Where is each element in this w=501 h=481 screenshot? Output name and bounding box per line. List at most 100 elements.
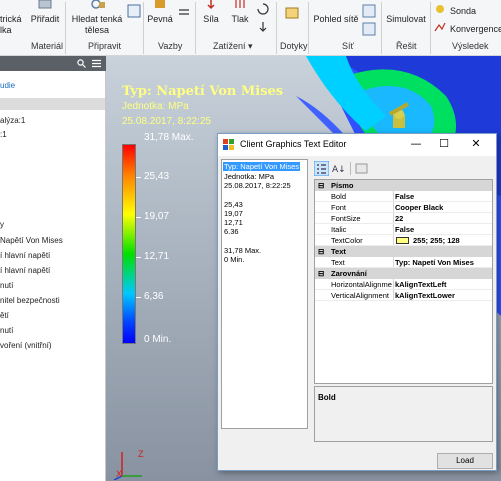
pressure-button[interactable]: Tlak	[226, 0, 254, 40]
dialog-title: Client Graphics Text Editor	[240, 139, 347, 149]
categorized-icon[interactable]	[314, 161, 329, 176]
browser-item[interactable]: í hlavní napětí	[0, 266, 50, 275]
browser-item[interactable]: nutí	[0, 326, 13, 335]
legend-max-label: 31,78 Max.	[144, 132, 194, 143]
contacts-icon[interactable]	[284, 6, 300, 20]
text-line[interactable]: Jednotka: MPa	[224, 172, 274, 181]
prop-row-textcolor[interactable]: TextColor 255; 255; 128	[315, 235, 492, 246]
group-prepare: Připravit	[88, 41, 122, 51]
text-line[interactable]: 12,71	[224, 218, 243, 227]
browser-item[interactable]: nitel bezpečnosti	[0, 296, 60, 305]
prop-row-fontsize[interactable]: FontSize 22	[315, 213, 492, 224]
menu-icon[interactable]	[92, 59, 101, 68]
ribbon-separator	[195, 2, 196, 54]
maximize-button[interactable]: ☐	[437, 137, 451, 151]
fixed-constraint-button[interactable]: Pevná	[146, 0, 174, 40]
convergence-button[interactable]: Konvergence	[450, 24, 501, 35]
graphics-text-list[interactable]: Typ: Napetí Von Mises Jednotka: MPa 25.0…	[221, 159, 308, 429]
browser-item[interactable]: nutí	[0, 281, 13, 290]
text-line[interactable]: 6.36	[224, 227, 239, 236]
mesh-settings-icon[interactable]	[362, 4, 378, 18]
prop-row-font[interactable]: Font Cooper Black	[315, 202, 492, 213]
legend-label: 19,07	[144, 211, 170, 222]
color-legend-bar	[122, 144, 136, 344]
text-line[interactable]: 0 Min.	[224, 255, 244, 264]
moment-icon[interactable]	[256, 2, 272, 16]
text-line[interactable]: 25,43	[224, 200, 243, 209]
group-result: Výsledek	[452, 41, 489, 51]
prop-row-halign[interactable]: HorizontalAlignme kAlignTextLeft	[315, 279, 492, 290]
prop-value[interactable]: 22	[395, 214, 403, 223]
browser-item[interactable]: Napětí Von Mises	[0, 236, 63, 245]
collapse-icon[interactable]: ⊟	[318, 181, 324, 190]
browser-item[interactable]: í hlavní napětí	[0, 251, 50, 260]
text-line[interactable]: 31,78 Max.	[224, 246, 261, 255]
text-line-selected[interactable]: Typ: Napetí Von Mises	[223, 162, 301, 171]
result-type-title: Typ: Napetí Von Mises	[122, 84, 284, 99]
browser-item[interactable]: :1	[0, 130, 7, 139]
property-grid[interactable]: ⊟ Písmo Bold False Font Cooper Black Fon…	[314, 179, 493, 384]
mesh-view-button[interactable]: Pohled sítě	[312, 14, 360, 25]
property-description-pane: Bold	[314, 386, 493, 442]
prop-value[interactable]: False	[395, 192, 414, 201]
prop-row-text[interactable]: Text Typ: Napetí Von Mises	[315, 257, 492, 268]
find-thin-bodies-button[interactable]: Hledat tenká tělesa	[68, 0, 126, 40]
local-mesh-icon[interactable]	[362, 22, 378, 36]
text-editor-dialog: Client Graphics Text Editor — ☐ ✕ Typ: N…	[217, 133, 497, 471]
simulate-button[interactable]: Simulovat	[384, 14, 428, 25]
triad-x-label: X	[116, 469, 123, 479]
prop-value[interactable]: kAlignTextLeft	[395, 280, 447, 289]
prop-row-bold[interactable]: Bold False	[315, 191, 492, 202]
category-label: Text	[331, 247, 346, 256]
assign-button[interactable]: Přiřadit	[29, 0, 61, 40]
force-label: Síla	[203, 14, 219, 24]
prop-value[interactable]: False	[395, 225, 414, 234]
ribbon-button-electric[interactable]: trická lka	[0, 14, 22, 36]
category-font[interactable]: ⊟ Písmo	[315, 180, 492, 191]
probe-button[interactable]: Sonda	[450, 6, 490, 17]
category-label: Zarovnání	[331, 269, 367, 278]
browser-item[interactable]: ětí	[0, 311, 9, 320]
minimize-button[interactable]: —	[409, 137, 423, 151]
legend-label: 6,36	[144, 291, 164, 302]
group-loads[interactable]: Zatížení ▾	[213, 41, 253, 52]
prop-value[interactable]: Cooper Black	[395, 203, 443, 212]
collapse-icon[interactable]: ⊟	[318, 247, 324, 256]
close-button[interactable]: ✕	[469, 137, 483, 151]
prop-label: Italic	[331, 225, 347, 234]
pin-constraint-icon[interactable]	[177, 6, 193, 20]
browser-item[interactable]: voření (vnitřní)	[0, 341, 52, 350]
force-button[interactable]: Síla	[198, 0, 224, 40]
ribbon-label: lka	[0, 25, 12, 35]
group-loads-label: Zatížení	[213, 41, 246, 51]
gravity-icon[interactable]	[256, 20, 272, 34]
property-pages-icon[interactable]	[354, 161, 369, 176]
search-icon[interactable]	[77, 59, 86, 68]
ribbon-separator	[65, 2, 66, 54]
prop-value[interactable]: 255; 255; 128	[413, 236, 460, 245]
pressure-label: Tlak	[231, 14, 249, 24]
text-line[interactable]: 19,07	[224, 209, 243, 218]
prop-row-valign[interactable]: VerticalAlignment kAlignTextLower	[315, 290, 492, 301]
prop-label: Font	[331, 203, 347, 212]
prop-label: FontSize	[331, 214, 361, 223]
category-text[interactable]: ⊟ Text	[315, 246, 492, 257]
constraint-icon[interactable]	[127, 4, 143, 18]
group-contacts: Dotyky	[280, 41, 308, 51]
legend-tick	[136, 297, 141, 298]
legend-tick	[136, 177, 141, 178]
legend-min-label: 0 Min.	[144, 334, 172, 345]
browser-item[interactable]: udie	[0, 81, 15, 90]
category-alignment[interactable]: ⊟ Zarovnání	[315, 268, 492, 279]
collapse-icon[interactable]: ⊟	[318, 269, 324, 278]
browser-item[interactable]: y	[0, 220, 4, 229]
dialog-titlebar[interactable]: Client Graphics Text Editor — ☐ ✕	[218, 134, 496, 156]
prop-row-italic[interactable]: Italic False	[315, 224, 492, 235]
load-button[interactable]: Load	[437, 453, 493, 469]
prop-value[interactable]: kAlignTextLower	[395, 291, 455, 300]
text-line[interactable]: 25.08.2017, 8:22:25	[224, 181, 291, 190]
sort-alphabetical-icon[interactable]: A↓	[332, 161, 347, 176]
browser-item[interactable]: alýza:1	[0, 116, 25, 125]
prop-value[interactable]: Typ: Napetí Von Mises	[395, 258, 474, 267]
material-icon	[38, 0, 52, 9]
